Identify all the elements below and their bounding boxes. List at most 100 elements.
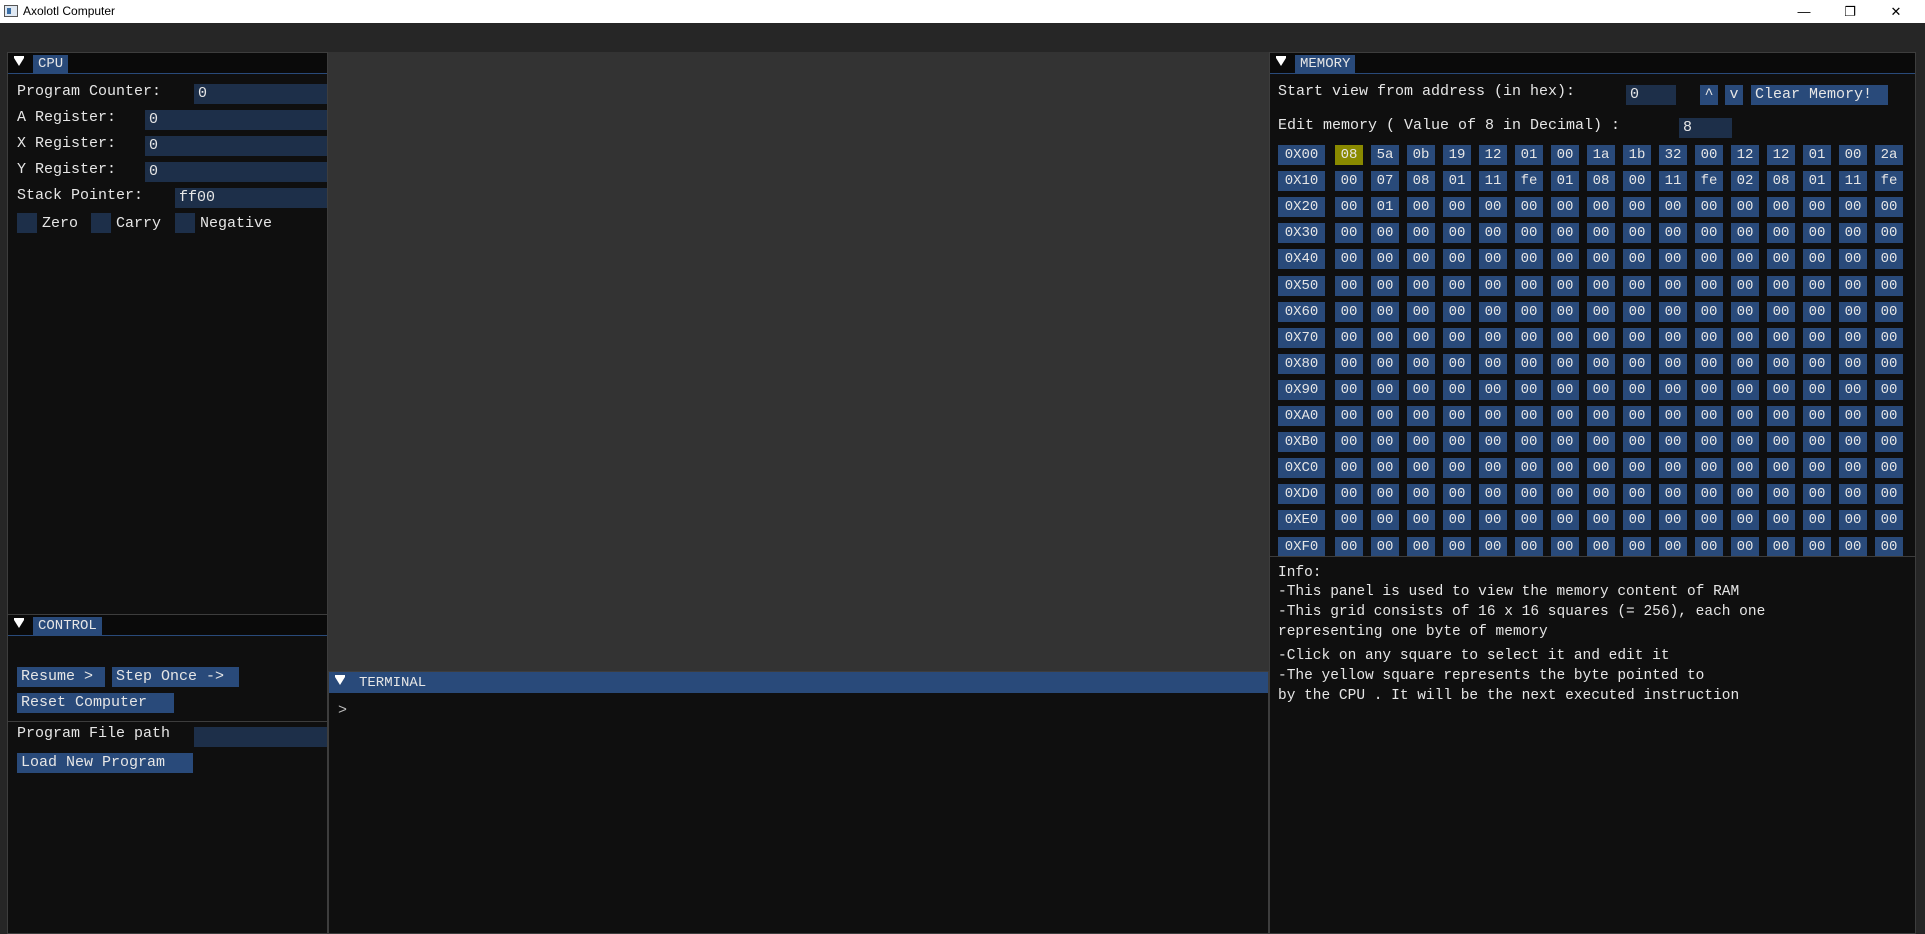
memory-cell[interactable]: 00 bbox=[1659, 223, 1687, 244]
memory-cell[interactable]: 00 bbox=[1803, 223, 1831, 244]
memory-cell[interactable]: 00 bbox=[1767, 484, 1795, 505]
memory-cell[interactable]: 00 bbox=[1335, 484, 1363, 505]
memory-cell[interactable]: 00 bbox=[1515, 353, 1543, 374]
memory-cell[interactable]: 00 bbox=[1479, 379, 1507, 400]
memory-cell[interactable]: 00 bbox=[1659, 327, 1687, 348]
memory-cell[interactable]: 00 bbox=[1335, 379, 1363, 400]
memory-cell[interactable]: 00 bbox=[1839, 301, 1867, 322]
carry-flag-checkbox[interactable] bbox=[91, 213, 111, 233]
memory-cell[interactable]: 00 bbox=[1623, 536, 1651, 557]
memory-cell[interactable]: 2a bbox=[1875, 145, 1903, 165]
memory-cell[interactable]: 00 bbox=[1767, 458, 1795, 479]
memory-cell[interactable]: 08 bbox=[1407, 171, 1435, 192]
memory-cell[interactable]: 00 bbox=[1659, 406, 1687, 426]
memory-cell[interactable]: 00 bbox=[1695, 327, 1723, 348]
memory-cell[interactable]: 00 bbox=[1587, 432, 1615, 453]
memory-cell[interactable]: fe bbox=[1515, 171, 1543, 192]
memory-cell[interactable]: 00 bbox=[1335, 197, 1363, 218]
program-file-path-input[interactable] bbox=[194, 727, 327, 747]
collapse-triangle-icon[interactable] bbox=[14, 618, 24, 628]
memory-cell[interactable]: 00 bbox=[1371, 406, 1399, 426]
a-register-field[interactable]: 0 bbox=[145, 110, 327, 130]
memory-cell[interactable]: 00 bbox=[1659, 536, 1687, 557]
memory-cell[interactable]: 00 bbox=[1623, 171, 1651, 192]
memory-cell[interactable]: 00 bbox=[1839, 510, 1867, 531]
memory-cell[interactable]: 00 bbox=[1587, 379, 1615, 400]
memory-cell[interactable]: 00 bbox=[1659, 275, 1687, 296]
memory-cell[interactable]: 11 bbox=[1839, 171, 1867, 192]
memory-cell[interactable]: 00 bbox=[1551, 327, 1579, 348]
memory-cell[interactable]: 01 bbox=[1371, 197, 1399, 218]
memory-cell[interactable]: 00 bbox=[1803, 301, 1831, 322]
control-window-header[interactable]: CONTROL bbox=[8, 615, 327, 636]
memory-cell[interactable]: 00 bbox=[1479, 301, 1507, 322]
memory-cell[interactable]: 00 bbox=[1659, 353, 1687, 374]
memory-cell[interactable]: 00 bbox=[1335, 510, 1363, 531]
memory-cell[interactable]: 00 bbox=[1551, 353, 1579, 374]
memory-cell[interactable]: 00 bbox=[1587, 275, 1615, 296]
memory-cell[interactable]: 00 bbox=[1335, 432, 1363, 453]
memory-cell[interactable]: 00 bbox=[1515, 327, 1543, 348]
memory-cell[interactable]: 00 bbox=[1443, 484, 1471, 505]
memory-cell[interactable]: 00 bbox=[1623, 197, 1651, 218]
memory-cell[interactable]: 00 bbox=[1443, 301, 1471, 322]
memory-cell[interactable]: 00 bbox=[1803, 510, 1831, 531]
memory-cell[interactable]: fe bbox=[1695, 171, 1723, 192]
memory-cell[interactable]: 00 bbox=[1875, 223, 1903, 244]
memory-cell[interactable]: 00 bbox=[1623, 510, 1651, 531]
memory-cell[interactable]: 00 bbox=[1659, 484, 1687, 505]
memory-cell[interactable]: 00 bbox=[1407, 536, 1435, 557]
memory-cell[interactable]: 00 bbox=[1551, 406, 1579, 426]
memory-cell[interactable]: 00 bbox=[1695, 406, 1723, 426]
memory-cell[interactable]: 00 bbox=[1335, 353, 1363, 374]
memory-cell[interactable]: 00 bbox=[1515, 406, 1543, 426]
memory-cell[interactable]: 00 bbox=[1551, 249, 1579, 270]
memory-cell[interactable]: 00 bbox=[1731, 379, 1759, 400]
memory-cell[interactable]: 00 bbox=[1443, 197, 1471, 218]
memory-cell[interactable]: 00 bbox=[1803, 458, 1831, 479]
memory-cell[interactable]: 00 bbox=[1695, 484, 1723, 505]
cpu-window-header[interactable]: CPU bbox=[8, 53, 327, 74]
memory-cell[interactable]: 00 bbox=[1695, 301, 1723, 322]
memory-cell[interactable]: 00 bbox=[1371, 484, 1399, 505]
negative-flag-checkbox[interactable] bbox=[175, 213, 195, 233]
memory-cell[interactable]: 00 bbox=[1623, 432, 1651, 453]
memory-cell[interactable]: 00 bbox=[1335, 275, 1363, 296]
memory-cell[interactable]: 00 bbox=[1551, 458, 1579, 479]
memory-cell[interactable]: 19 bbox=[1443, 145, 1471, 165]
memory-window-header[interactable]: MEMORY bbox=[1270, 53, 1915, 74]
terminal-window-header[interactable]: TERMINAL bbox=[329, 672, 1268, 693]
memory-cell[interactable]: 00 bbox=[1623, 458, 1651, 479]
memory-cell[interactable]: 00 bbox=[1479, 510, 1507, 531]
memory-cell[interactable]: 00 bbox=[1371, 536, 1399, 557]
memory-cell[interactable]: 01 bbox=[1551, 171, 1579, 192]
memory-cell[interactable]: 00 bbox=[1407, 484, 1435, 505]
memory-cell[interactable]: 00 bbox=[1443, 536, 1471, 557]
memory-cell[interactable]: 00 bbox=[1479, 197, 1507, 218]
memory-cell[interactable]: 00 bbox=[1767, 327, 1795, 348]
memory-cell[interactable]: 00 bbox=[1479, 327, 1507, 348]
memory-cell[interactable]: 00 bbox=[1407, 379, 1435, 400]
memory-cell[interactable]: 00 bbox=[1479, 223, 1507, 244]
memory-cell[interactable]: 08 bbox=[1335, 145, 1363, 165]
memory-cell[interactable]: 00 bbox=[1695, 510, 1723, 531]
memory-cell[interactable]: 00 bbox=[1551, 275, 1579, 296]
memory-cell[interactable]: 00 bbox=[1371, 223, 1399, 244]
memory-cell[interactable]: 00 bbox=[1335, 301, 1363, 322]
memory-cell[interactable]: 00 bbox=[1407, 223, 1435, 244]
memory-cell[interactable]: 00 bbox=[1587, 353, 1615, 374]
memory-cell[interactable]: 00 bbox=[1731, 536, 1759, 557]
memory-cell[interactable]: 00 bbox=[1875, 458, 1903, 479]
memory-cell[interactable]: 00 bbox=[1731, 275, 1759, 296]
scroll-down-button[interactable]: v bbox=[1725, 85, 1743, 105]
memory-cell[interactable]: 00 bbox=[1407, 432, 1435, 453]
memory-cell[interactable]: 00 bbox=[1839, 353, 1867, 374]
memory-cell[interactable]: 00 bbox=[1767, 249, 1795, 270]
memory-cell[interactable]: 00 bbox=[1695, 223, 1723, 244]
memory-cell[interactable]: 00 bbox=[1407, 510, 1435, 531]
memory-cell[interactable]: 00 bbox=[1515, 197, 1543, 218]
memory-cell[interactable]: 00 bbox=[1839, 536, 1867, 557]
memory-cell[interactable]: 00 bbox=[1767, 223, 1795, 244]
memory-cell[interactable]: 00 bbox=[1695, 249, 1723, 270]
memory-cell[interactable]: 00 bbox=[1659, 379, 1687, 400]
